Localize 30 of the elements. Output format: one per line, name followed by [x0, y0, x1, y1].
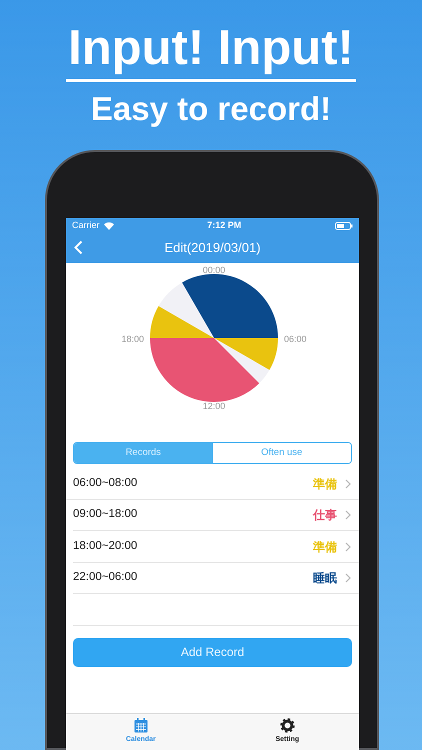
record-time: 22:00~06:00: [73, 570, 138, 586]
wifi-icon: [104, 222, 114, 230]
chevron-icon: [345, 542, 351, 552]
record-row[interactable]: 22:00~06:00 睡眠: [73, 562, 359, 594]
carrier-label: Carrier: [72, 218, 100, 232]
category-label: 仕事: [313, 507, 337, 524]
category-label: 睡眠: [313, 570, 337, 587]
battery-icon: [335, 222, 353, 230]
clock-label: 06:00: [284, 334, 307, 344]
back-icon[interactable]: [74, 240, 83, 255]
clock-label: 18:00: [121, 334, 144, 344]
headline: Input! Input!: [66, 24, 356, 82]
screen-title: Edit(2019/03/01): [164, 239, 261, 258]
calendar-icon: [134, 718, 148, 733]
category-label: 準備: [313, 476, 337, 492]
chevron-icon: [345, 510, 351, 520]
record-row[interactable]: 06:00~08:00 準備: [66, 468, 359, 500]
clock-label: 00:00: [202, 265, 226, 275]
record-row[interactable]: 09:00~18:00 仕事: [73, 500, 359, 532]
category-label: 準備: [313, 538, 337, 556]
record-row[interactable]: 18:00~20:00 準備: [73, 531, 359, 563]
record-time: 06:00~08:00: [73, 476, 138, 491]
record-time: 09:00~18:00: [73, 507, 138, 522]
chevron-icon: [345, 573, 351, 583]
clock-label: 12:00: [202, 401, 226, 411]
status-time: 7:12 PM: [207, 218, 242, 232]
settings-icon: [280, 718, 295, 733]
subheadline: Easy to record!: [90, 92, 332, 125]
chevron-icon: [345, 478, 351, 488]
record-time: 18:00~20:00: [73, 538, 138, 554]
